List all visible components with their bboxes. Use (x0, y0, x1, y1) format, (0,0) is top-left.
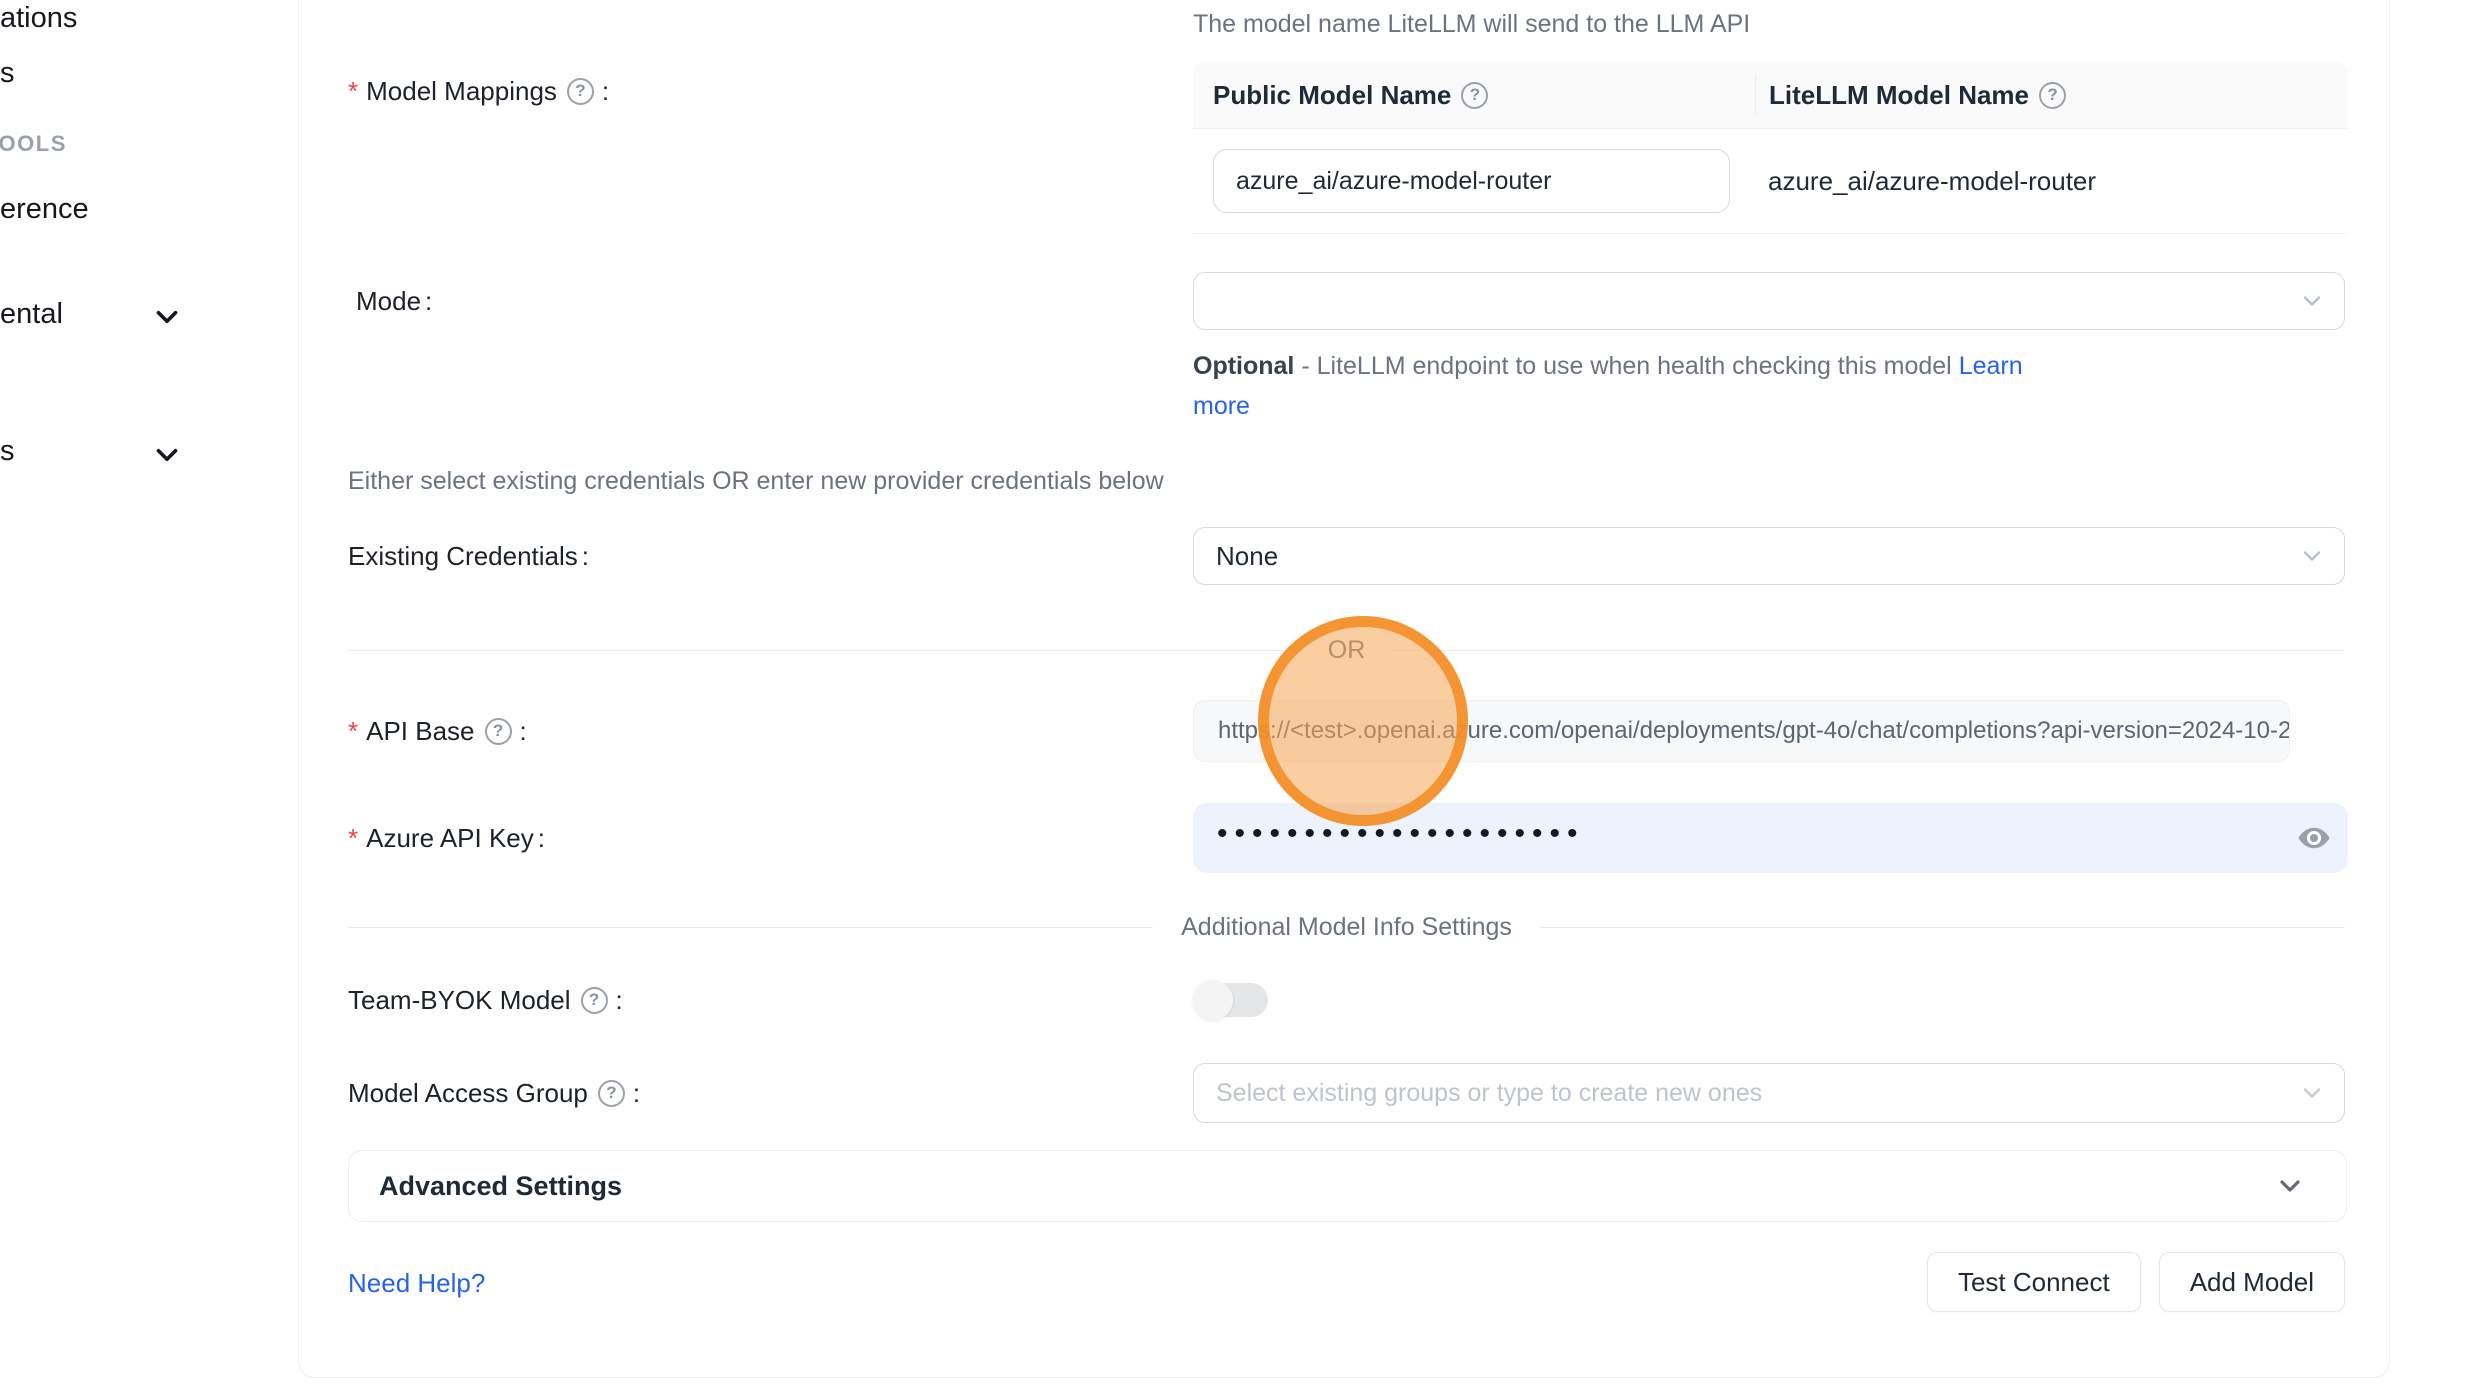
api-base-input[interactable]: https://<test>.openai.azure.com/openai/d… (1193, 700, 2290, 762)
model-access-group-placeholder: Select existing groups or type to create… (1216, 1079, 1762, 1108)
help-tooltip-icon[interactable]: ? (581, 987, 608, 1014)
sidebar-section-tools: TOOLS (0, 131, 67, 157)
azure-api-key-label: * Azure API Key : (348, 821, 545, 855)
add-model-button[interactable]: Add Model (2159, 1252, 2345, 1312)
additional-settings-divider: Additional Model Info Settings (348, 912, 2345, 942)
litellm-model-name-value: azure_ai/azure-model-router (1755, 166, 2347, 197)
public-model-name-input[interactable] (1213, 149, 1730, 213)
required-marker: * (348, 821, 358, 855)
toggle-knob (1193, 980, 1233, 1020)
chevron-down-icon (2274, 1170, 2306, 1202)
model-mappings-table-header: Public Model Name ? LiteLLM Model Name ? (1193, 62, 2347, 129)
sidebar-item-2[interactable]: s (0, 435, 15, 468)
or-divider-label: OR (1300, 636, 1394, 665)
advanced-settings-panel[interactable]: Advanced Settings (348, 1150, 2347, 1222)
chevron-down-icon (2298, 542, 2326, 570)
column-header-public-model-name: Public Model Name ? (1193, 80, 1755, 111)
mode-help-bold: Optional (1193, 352, 1294, 380)
test-connect-button[interactable]: Test Connect (1927, 1252, 2141, 1312)
sidebar-item-experimental[interactable]: ental (0, 298, 63, 331)
or-divider: OR (348, 635, 2345, 665)
existing-credentials-select[interactable]: None (1193, 527, 2345, 585)
mode-select[interactable] (1193, 272, 2345, 330)
model-mappings-label: * Model Mappings ? : (348, 74, 609, 108)
advanced-settings-title: Advanced Settings (379, 1171, 622, 1202)
model-access-group-label: Model Access Group ? : (348, 1076, 640, 1110)
help-tooltip-icon[interactable]: ? (2039, 82, 2066, 109)
column-header-litellm-model-name: LiteLLM Model Name ? (1755, 75, 2347, 115)
chevron-down-icon (2298, 287, 2326, 315)
credentials-note: Either select existing credentials OR en… (348, 464, 1164, 498)
add-model-page: { "page": { "colon": ":", "required_mark… (0, 0, 2477, 1385)
help-tooltip-icon[interactable]: ? (567, 78, 594, 105)
existing-credentials-label: Existing Credentials: (348, 539, 589, 573)
masked-api-key-value: ••••••••••••••••••••• (1217, 819, 1585, 849)
azure-api-key-input[interactable]: ••••••••••••••••••••• (1193, 803, 2348, 873)
model-name-helper-text: The model name LiteLLM will send to the … (1193, 7, 1750, 41)
help-tooltip-icon[interactable]: ? (598, 1080, 625, 1107)
chevron-down-icon (2298, 1079, 2326, 1107)
need-help-link[interactable]: Need Help? (348, 1266, 485, 1300)
sidebar-item-1[interactable]: s (0, 57, 15, 90)
model-mappings-table: Public Model Name ? LiteLLM Model Name ?… (1193, 62, 2347, 234)
sidebar-item-reference[interactable]: erence (0, 193, 89, 226)
team-byok-toggle[interactable] (1196, 983, 1268, 1017)
footer-button-row: Test Connect Add Model (1193, 1252, 2345, 1312)
mode-help-text: Optional - LiteLLM endpoint to use when … (1193, 346, 2023, 426)
help-tooltip-icon[interactable]: ? (485, 718, 512, 745)
public-model-name-cell (1193, 149, 1755, 213)
required-marker: * (348, 74, 358, 108)
chevron-down-icon (150, 300, 184, 334)
api-base-label: * API Base ? : (348, 714, 527, 748)
model-access-group-select[interactable]: Select existing groups or type to create… (1193, 1063, 2345, 1123)
chevron-down-icon (150, 438, 184, 472)
required-marker: * (348, 714, 358, 748)
toggle-password-visibility-icon[interactable] (2296, 820, 2332, 856)
table-row: azure_ai/azure-model-router (1193, 129, 2347, 234)
existing-credentials-value: None (1216, 541, 1278, 572)
eye-icon (2296, 820, 2332, 856)
additional-settings-divider-label: Additional Model Info Settings (1153, 913, 1540, 942)
mode-label: Mode: (356, 284, 432, 318)
help-tooltip-icon[interactable]: ? (1461, 82, 1488, 109)
sidebar-item-organizations[interactable]: ations (0, 2, 77, 35)
team-byok-label: Team-BYOK Model ? : (348, 983, 623, 1017)
sidebar: ations s TOOLS erence ental s (0, 0, 298, 1385)
